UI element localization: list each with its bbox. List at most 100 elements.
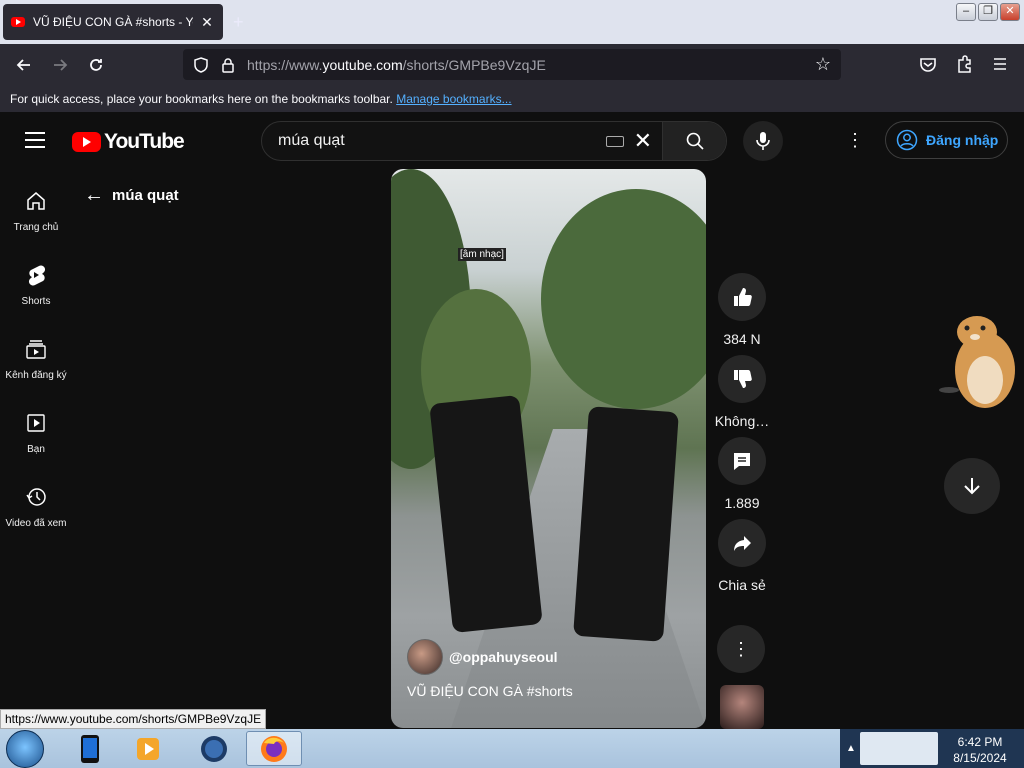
settings-kebab-icon[interactable]: ⋮ xyxy=(846,131,864,149)
sidebar-item-label: Video đã xem xyxy=(5,518,67,529)
tray-expand-icon[interactable]: ▲ xyxy=(846,743,856,754)
sign-in-label: Đăng nhập xyxy=(926,132,999,148)
tab-close-icon[interactable]: ✕ xyxy=(199,14,215,31)
video-title[interactable]: VŨ ĐIỆU CON GÀ #shorts xyxy=(407,683,573,699)
shorts-actions: 384 N Không… 1.889 Chia sẻ xyxy=(715,273,769,601)
browser-tab-active[interactable]: VŨ ĐIỆU CON GÀ #shorts - YouTube ✕ xyxy=(3,4,223,40)
youtube-header: YouTube ✕ ⋮ Đăng nhập xyxy=(0,112,1024,170)
history-icon xyxy=(26,488,46,506)
link-status-tooltip: https://www.youtube.com/shorts/GMPBe9Vzq… xyxy=(0,709,267,729)
channel-name[interactable]: @oppahuyseoul xyxy=(449,649,558,665)
bookmarks-hint: For quick access, place your bookmarks h… xyxy=(10,92,393,106)
youtube-favicon-icon xyxy=(11,17,25,27)
sidebar-item-home[interactable]: Trang chủ xyxy=(0,170,72,244)
guide-menu-icon[interactable] xyxy=(25,132,45,148)
extensions-icon[interactable] xyxy=(950,50,978,78)
sidebar-item-label: Kênh đăng ký xyxy=(5,370,67,381)
account-circle-icon xyxy=(896,129,918,151)
window-close-button[interactable]: ✕ xyxy=(1000,3,1020,21)
manage-bookmarks-link[interactable]: Manage bookmarks... xyxy=(396,92,511,106)
video-dancer-left xyxy=(429,394,543,634)
start-button[interactable] xyxy=(6,730,44,768)
hamster-sticker xyxy=(939,316,1015,408)
new-tab-button[interactable]: + xyxy=(233,12,244,33)
taskbar-app-globe[interactable] xyxy=(186,731,242,766)
video-dancer-right xyxy=(573,406,679,642)
dislike-action: Không… xyxy=(715,355,769,429)
address-bar[interactable]: https://www.youtube.com/shorts/GMPBe9Vzq… xyxy=(183,49,841,80)
caption-tag: [âm nhạc] xyxy=(458,248,506,261)
share-icon xyxy=(734,536,751,551)
sidebar-item-history[interactable]: Video đã xem xyxy=(0,466,72,540)
share-button[interactable] xyxy=(718,519,766,567)
sidebar-item-label: Trang chủ xyxy=(13,222,59,233)
minimize-button[interactable]: – xyxy=(956,3,976,21)
reload-button[interactable] xyxy=(81,50,111,80)
youtube-play-icon xyxy=(72,132,101,152)
clock-date: 8/15/2024 xyxy=(953,751,1007,765)
taskbar-app-media[interactable] xyxy=(120,731,176,766)
like-count: 384 N xyxy=(723,331,761,347)
search-button[interactable] xyxy=(662,122,726,160)
dislike-button[interactable] xyxy=(718,355,766,403)
clear-search-icon[interactable]: ✕ xyxy=(634,128,652,154)
system-clock[interactable]: 6:42 PM 8/15/2024 xyxy=(940,734,1020,766)
url-path: /shorts/GMPBe9VzqJE xyxy=(402,56,546,73)
subscriptions-icon xyxy=(26,340,46,359)
back-arrow-icon[interactable]: ← xyxy=(84,184,104,207)
window-controls: – ❐ ✕ xyxy=(956,3,1020,21)
taskbar-app-firefox[interactable] xyxy=(246,731,302,766)
next-video-button[interactable] xyxy=(944,458,1000,514)
search-input[interactable] xyxy=(262,122,606,160)
video-scene-tree xyxy=(541,189,706,409)
back-to-results[interactable]: ← múa quạt xyxy=(84,184,179,207)
channel-avatar[interactable] xyxy=(407,639,443,675)
arrow-down-icon xyxy=(964,478,980,495)
bookmark-star-icon[interactable]: ☆ xyxy=(815,54,831,75)
sidebar-item-subscriptions[interactable]: Kênh đăng ký xyxy=(0,318,72,392)
comment-action: 1.889 xyxy=(717,437,767,511)
url-text[interactable]: https://www.youtube.com/shorts/GMPBe9Vzq… xyxy=(247,57,546,73)
search-query-label: múa quạt xyxy=(112,187,179,204)
comment-icon xyxy=(734,453,750,470)
dislike-label: Không… xyxy=(714,413,770,429)
phone-app-icon xyxy=(81,734,99,763)
guide-sidebar: Trang chủ Shorts Kênh đăng ký Bạn Video … xyxy=(0,170,72,540)
voice-search-button[interactable] xyxy=(743,121,783,161)
lock-icon[interactable] xyxy=(221,57,235,73)
maximize-button[interactable]: ❐ xyxy=(978,3,998,21)
share-action: Chia sẻ xyxy=(717,519,767,593)
sidebar-item-label: Bạn xyxy=(27,444,45,455)
tray-icons[interactable] xyxy=(860,732,938,765)
search-icon xyxy=(686,132,704,150)
toolbar-right xyxy=(914,50,1014,78)
browser-tab-strip: VŨ ĐIỆU CON GÀ #shorts - YouTube ✕ + – ❐… xyxy=(0,0,1024,44)
pocket-icon[interactable] xyxy=(914,50,942,78)
sound-thumbnail[interactable] xyxy=(720,685,764,729)
taskbar-app-phone[interactable] xyxy=(62,731,118,766)
home-icon xyxy=(27,192,45,210)
browser-navigation-bar: https://www.youtube.com/shorts/GMPBe9Vzq… xyxy=(0,44,1024,86)
forward-button[interactable] xyxy=(45,50,75,80)
keyboard-icon[interactable] xyxy=(605,135,624,147)
sign-in-button[interactable]: Đăng nhập xyxy=(885,121,1008,159)
comment-count: 1.889 xyxy=(724,495,760,511)
shorts-video-player[interactable]: [âm nhạc] @oppahuyseoul VŨ ĐIỆU CON GÀ #… xyxy=(391,169,706,728)
comments-button[interactable] xyxy=(718,437,766,485)
more-actions-button[interactable]: ⋮ xyxy=(717,625,765,673)
like-button[interactable] xyxy=(718,273,766,321)
back-button[interactable] xyxy=(9,50,39,80)
youtube-wordmark: YouTube xyxy=(104,130,185,153)
firefox-icon xyxy=(261,735,287,762)
sidebar-item-shorts[interactable]: Shorts xyxy=(0,244,72,318)
menu-hamburger-icon[interactable] xyxy=(986,50,1014,78)
share-label: Chia sẻ xyxy=(718,577,766,593)
sidebar-item-you[interactable]: Bạn xyxy=(0,392,72,466)
channel-info[interactable]: @oppahuyseoul xyxy=(407,639,558,675)
youtube-logo[interactable]: YouTube xyxy=(72,130,185,154)
search-box: ✕ xyxy=(261,121,727,161)
you-icon xyxy=(27,414,45,432)
thumbs-up-icon xyxy=(734,288,752,306)
thumbs-down-icon xyxy=(734,370,752,388)
shield-icon[interactable] xyxy=(193,56,209,73)
